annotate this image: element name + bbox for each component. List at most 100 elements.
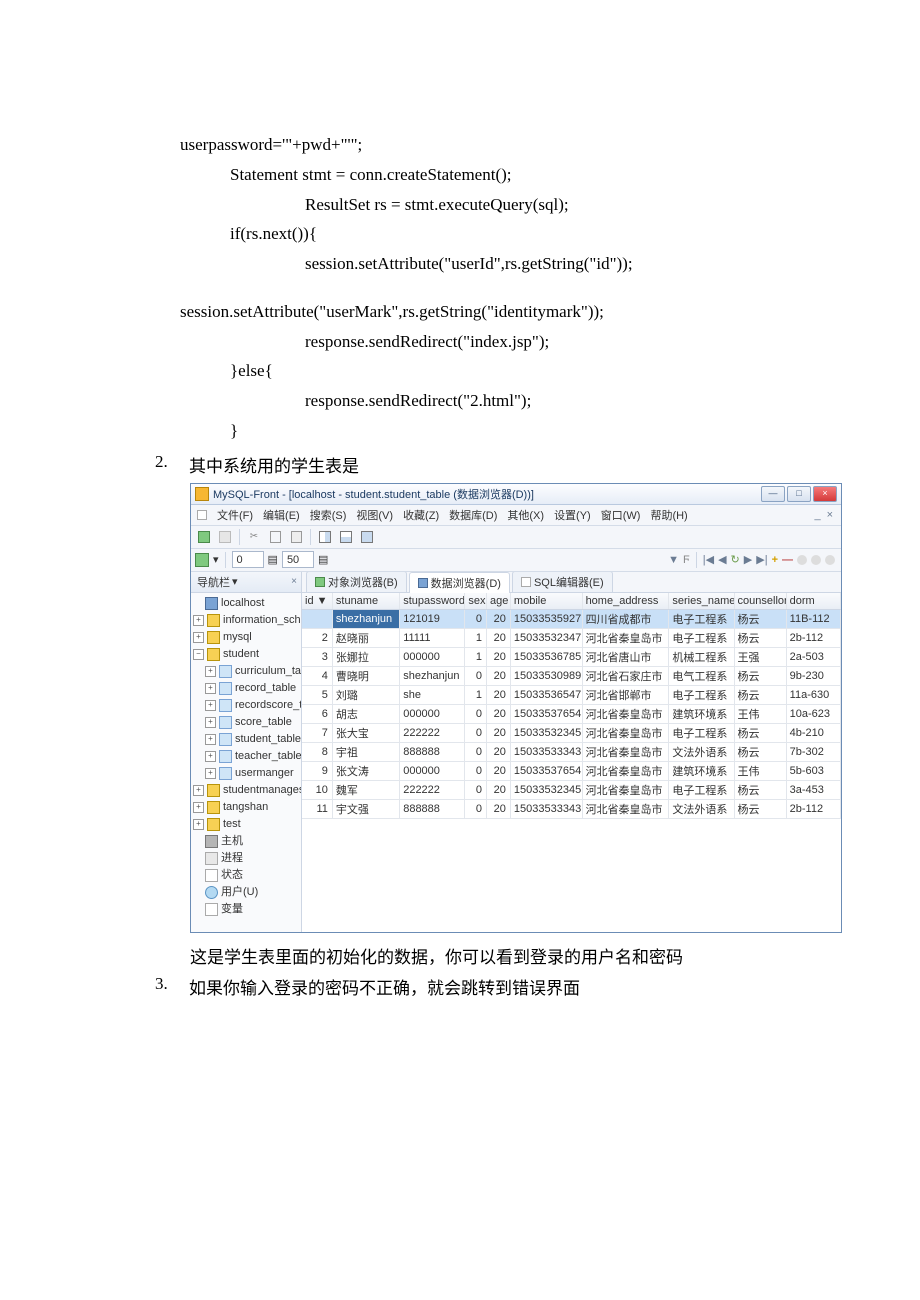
cell-dorm[interactable]: 2a-503 <box>786 647 840 666</box>
col-sex[interactable]: sex <box>465 593 487 610</box>
tree-item-record[interactable]: +record_table <box>191 680 301 697</box>
table-row[interactable]: 5刘璐she12015033536547河北省邯郸市电子工程系杨云11a-630 <box>302 685 841 704</box>
remove-row-button[interactable]: — <box>782 554 793 566</box>
cell-age[interactable]: 20 <box>487 628 511 647</box>
cell-mobile[interactable]: 15033532347 <box>510 628 582 647</box>
cell-dorm[interactable]: 10a-623 <box>786 704 840 723</box>
nav-next-button[interactable]: ▶ <box>744 553 752 566</box>
cell-stupassword[interactable]: 000000 <box>400 704 465 723</box>
cell-stupassword[interactable]: 888888 <box>400 799 465 818</box>
cell-stuname[interactable]: shezhanjun <box>332 609 399 628</box>
cell-dorm[interactable]: 11a-630 <box>786 685 840 704</box>
cell-series_name[interactable]: 电子工程系 <box>669 609 734 628</box>
cell-mobile[interactable]: 15033536785 <box>510 647 582 666</box>
minimize-button[interactable]: — <box>761 486 785 502</box>
cell-id[interactable]: 6 <box>302 704 332 723</box>
menu-database[interactable]: 数据库(D) <box>447 507 499 523</box>
cell-id[interactable]: 10 <box>302 780 332 799</box>
cell-stuname[interactable]: 胡志 <box>332 704 399 723</box>
cell-mobile[interactable]: 15033535927 <box>510 609 582 628</box>
cell-stuname[interactable]: 张文涛 <box>332 761 399 780</box>
cell-counsellor[interactable]: 王强 <box>734 647 786 666</box>
mdi-minimize-icon[interactable]: _ <box>814 509 820 521</box>
data-grid[interactable]: id ▼ stuname stupassword sex age mobile … <box>302 593 841 932</box>
cell-id[interactable]: 11 <box>302 799 332 818</box>
col-mobile[interactable]: mobile <box>510 593 582 610</box>
cell-counsellor[interactable]: 王伟 <box>734 704 786 723</box>
table-row[interactable]: 3张娜拉00000012015033536785河北省唐山市机械工程系王强2a-… <box>302 647 841 666</box>
cell-series_name[interactable]: 电子工程系 <box>669 780 734 799</box>
cell-stuname[interactable]: 魏军 <box>332 780 399 799</box>
cell-sex[interactable]: 0 <box>465 761 487 780</box>
toolbar-btn-copy[interactable] <box>266 528 284 546</box>
cell-dorm[interactable]: 11B-112 <box>786 609 840 628</box>
tree-item-curriculum[interactable]: +curriculum_table <box>191 663 301 680</box>
cell-stuname[interactable]: 张娜拉 <box>332 647 399 666</box>
cell-sex[interactable]: 0 <box>465 799 487 818</box>
cell-age[interactable]: 20 <box>487 685 511 704</box>
col-series-name[interactable]: series_name <box>669 593 734 610</box>
table-row[interactable]: 11宇文强88888802015033533343河北省秦皇岛市文法外语系杨云2… <box>302 799 841 818</box>
cell-stupassword[interactable]: 000000 <box>400 647 465 666</box>
tree-item-teacher[interactable]: +teacher_table <box>191 748 301 765</box>
cell-sex[interactable]: 0 <box>465 723 487 742</box>
cell-home_address[interactable]: 河北省秦皇岛市 <box>582 742 669 761</box>
filter-icon[interactable]: Ϝ <box>683 554 690 566</box>
cell-stuname[interactable]: 宇文强 <box>332 799 399 818</box>
cell-sex[interactable]: 0 <box>465 780 487 799</box>
cell-sex[interactable]: 0 <box>465 666 487 685</box>
menu-search[interactable]: 搜索(S) <box>308 507 349 523</box>
cell-stupassword[interactable]: she <box>400 685 465 704</box>
cell-home_address[interactable]: 河北省秦皇岛市 <box>582 761 669 780</box>
maximize-button[interactable]: □ <box>787 486 811 502</box>
table-row[interactable]: shezhanjun12101902015033535927四川省成都市电子工程… <box>302 609 841 628</box>
cell-series_name[interactable]: 机械工程系 <box>669 647 734 666</box>
tree-item-process[interactable]: 进程 <box>191 850 301 867</box>
cell-mobile[interactable]: 15033537654 <box>510 761 582 780</box>
cell-series_name[interactable]: 电子工程系 <box>669 628 734 647</box>
cell-dorm[interactable]: 2b-112 <box>786 799 840 818</box>
menu-view[interactable]: 视图(V) <box>354 507 395 523</box>
cell-stupassword[interactable]: 000000 <box>400 761 465 780</box>
tab-sql-editor[interactable]: SQL编辑器(E) <box>512 571 613 592</box>
menu-extra[interactable]: 其他(X) <box>505 507 546 523</box>
toolbar-btn-layout2[interactable] <box>337 528 355 546</box>
expand-icon[interactable]: + <box>205 768 216 779</box>
cell-dorm[interactable]: 3a-453 <box>786 780 840 799</box>
cell-counsellor[interactable]: 杨云 <box>734 685 786 704</box>
expand-icon[interactable]: + <box>193 615 204 626</box>
cell-stupassword[interactable]: 121019 <box>400 609 465 628</box>
stepper-icon[interactable]: ▤ <box>268 553 278 566</box>
tab-data-browser[interactable]: 数据浏览器(D) <box>409 572 510 593</box>
close-button[interactable]: × <box>813 486 837 502</box>
expand-icon[interactable]: + <box>193 819 204 830</box>
cell-stupassword[interactable]: 222222 <box>400 780 465 799</box>
cell-home_address[interactable]: 河北省秦皇岛市 <box>582 723 669 742</box>
tree-item-mysql[interactable]: +mysql <box>191 629 301 646</box>
cell-home_address[interactable]: 河北省秦皇岛市 <box>582 628 669 647</box>
cell-age[interactable]: 20 <box>487 723 511 742</box>
cell-sex[interactable]: 1 <box>465 647 487 666</box>
tree-item-usermanager[interactable]: +usermanger <box>191 765 301 782</box>
cell-dorm[interactable]: 7b-302 <box>786 742 840 761</box>
col-id[interactable]: id ▼ <box>302 593 332 610</box>
cell-stupassword[interactable]: 222222 <box>400 723 465 742</box>
cell-counsellor[interactable]: 杨云 <box>734 723 786 742</box>
col-stuname[interactable]: stuname <box>332 593 399 610</box>
nav-first-button[interactable]: |◀ <box>703 553 714 566</box>
cell-sex[interactable]: 0 <box>465 742 487 761</box>
expand-icon[interactable]: + <box>205 683 216 694</box>
expand-icon[interactable]: + <box>205 700 216 711</box>
cell-id[interactable] <box>302 609 332 628</box>
tree-item-score[interactable]: +score_table <box>191 714 301 731</box>
tree-item-student-table[interactable]: +student_table <box>191 731 301 748</box>
cell-stuname[interactable]: 曹晓明 <box>332 666 399 685</box>
cell-age[interactable]: 20 <box>487 780 511 799</box>
cell-counsellor[interactable]: 杨云 <box>734 799 786 818</box>
chevron-down-icon[interactable]: ▾ <box>232 575 238 588</box>
filter-dropdown[interactable]: ▼ <box>668 554 679 566</box>
tree-item-student[interactable]: −student <box>191 646 301 663</box>
toolbar-btn-paste[interactable] <box>287 528 305 546</box>
cell-home_address[interactable]: 河北省秦皇岛市 <box>582 704 669 723</box>
table-row[interactable]: 4曹晓明shezhanjun02015033530989河北省石家庄市电气工程系… <box>302 666 841 685</box>
